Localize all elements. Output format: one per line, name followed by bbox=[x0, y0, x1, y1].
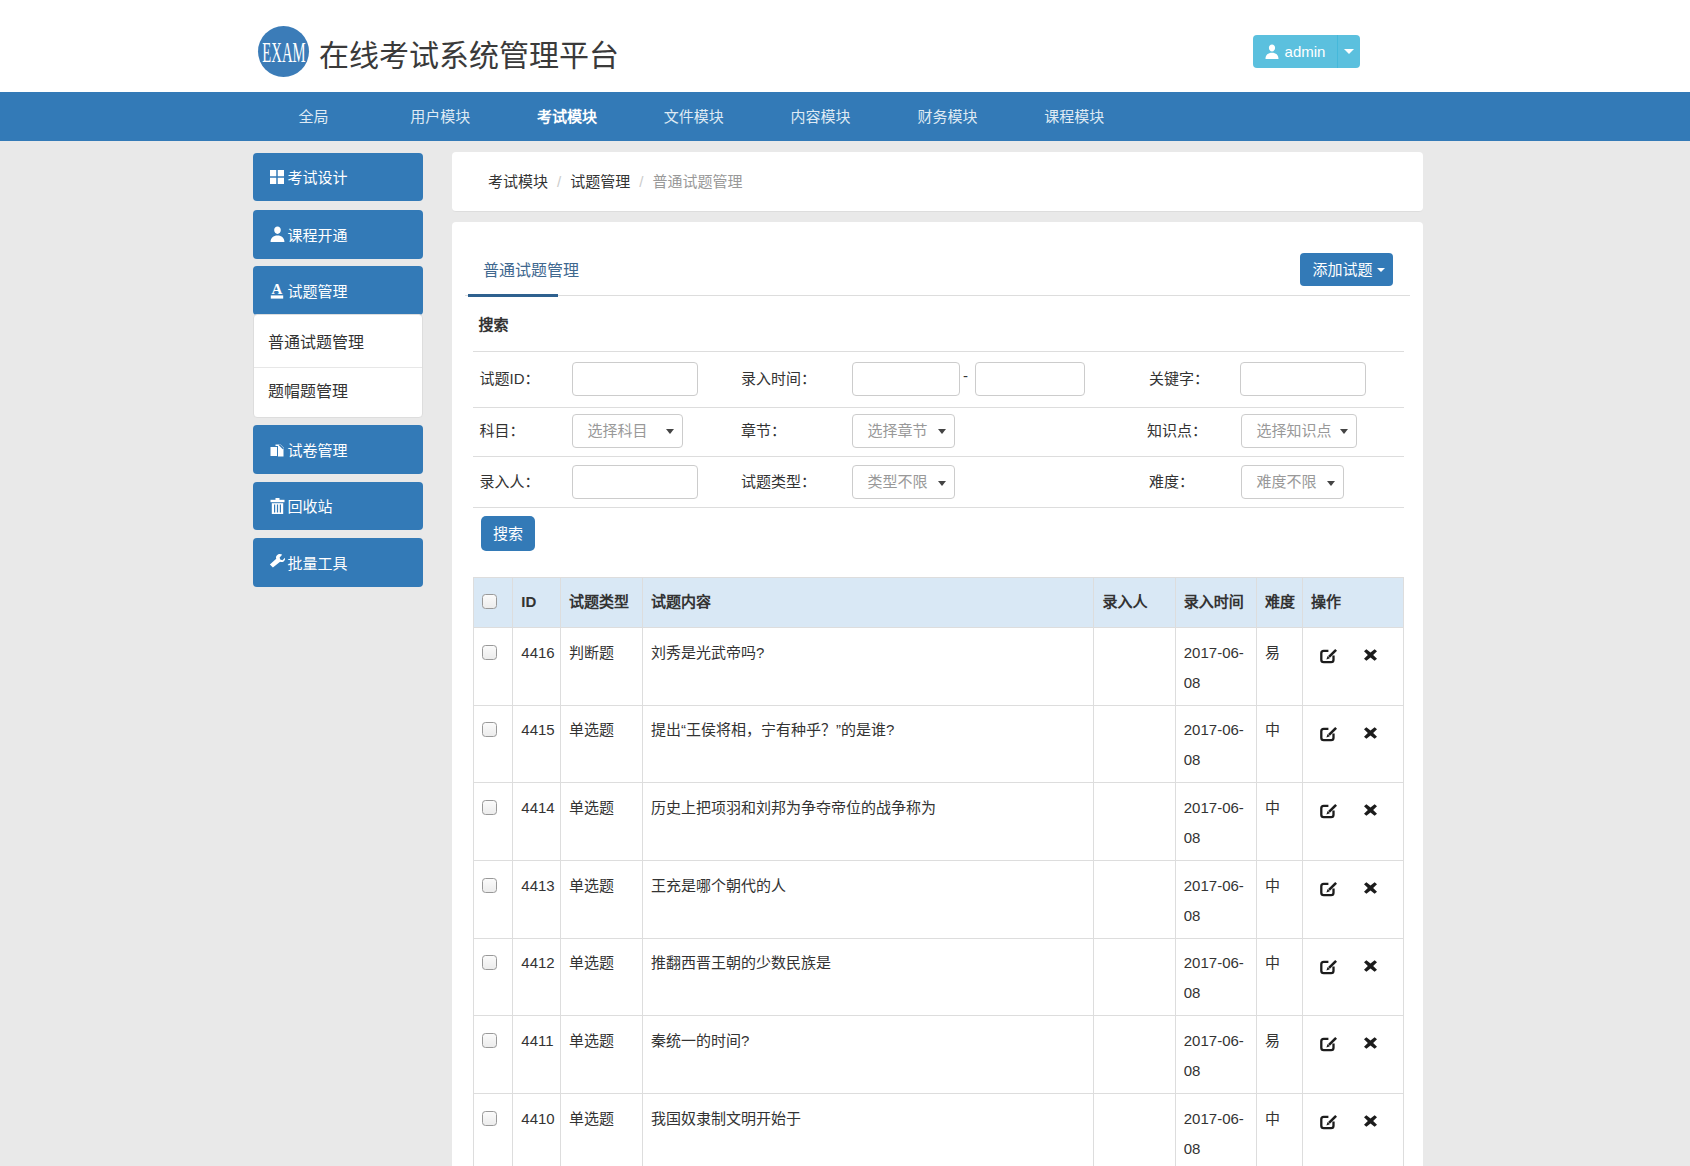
svg-text:A: A bbox=[272, 282, 283, 297]
